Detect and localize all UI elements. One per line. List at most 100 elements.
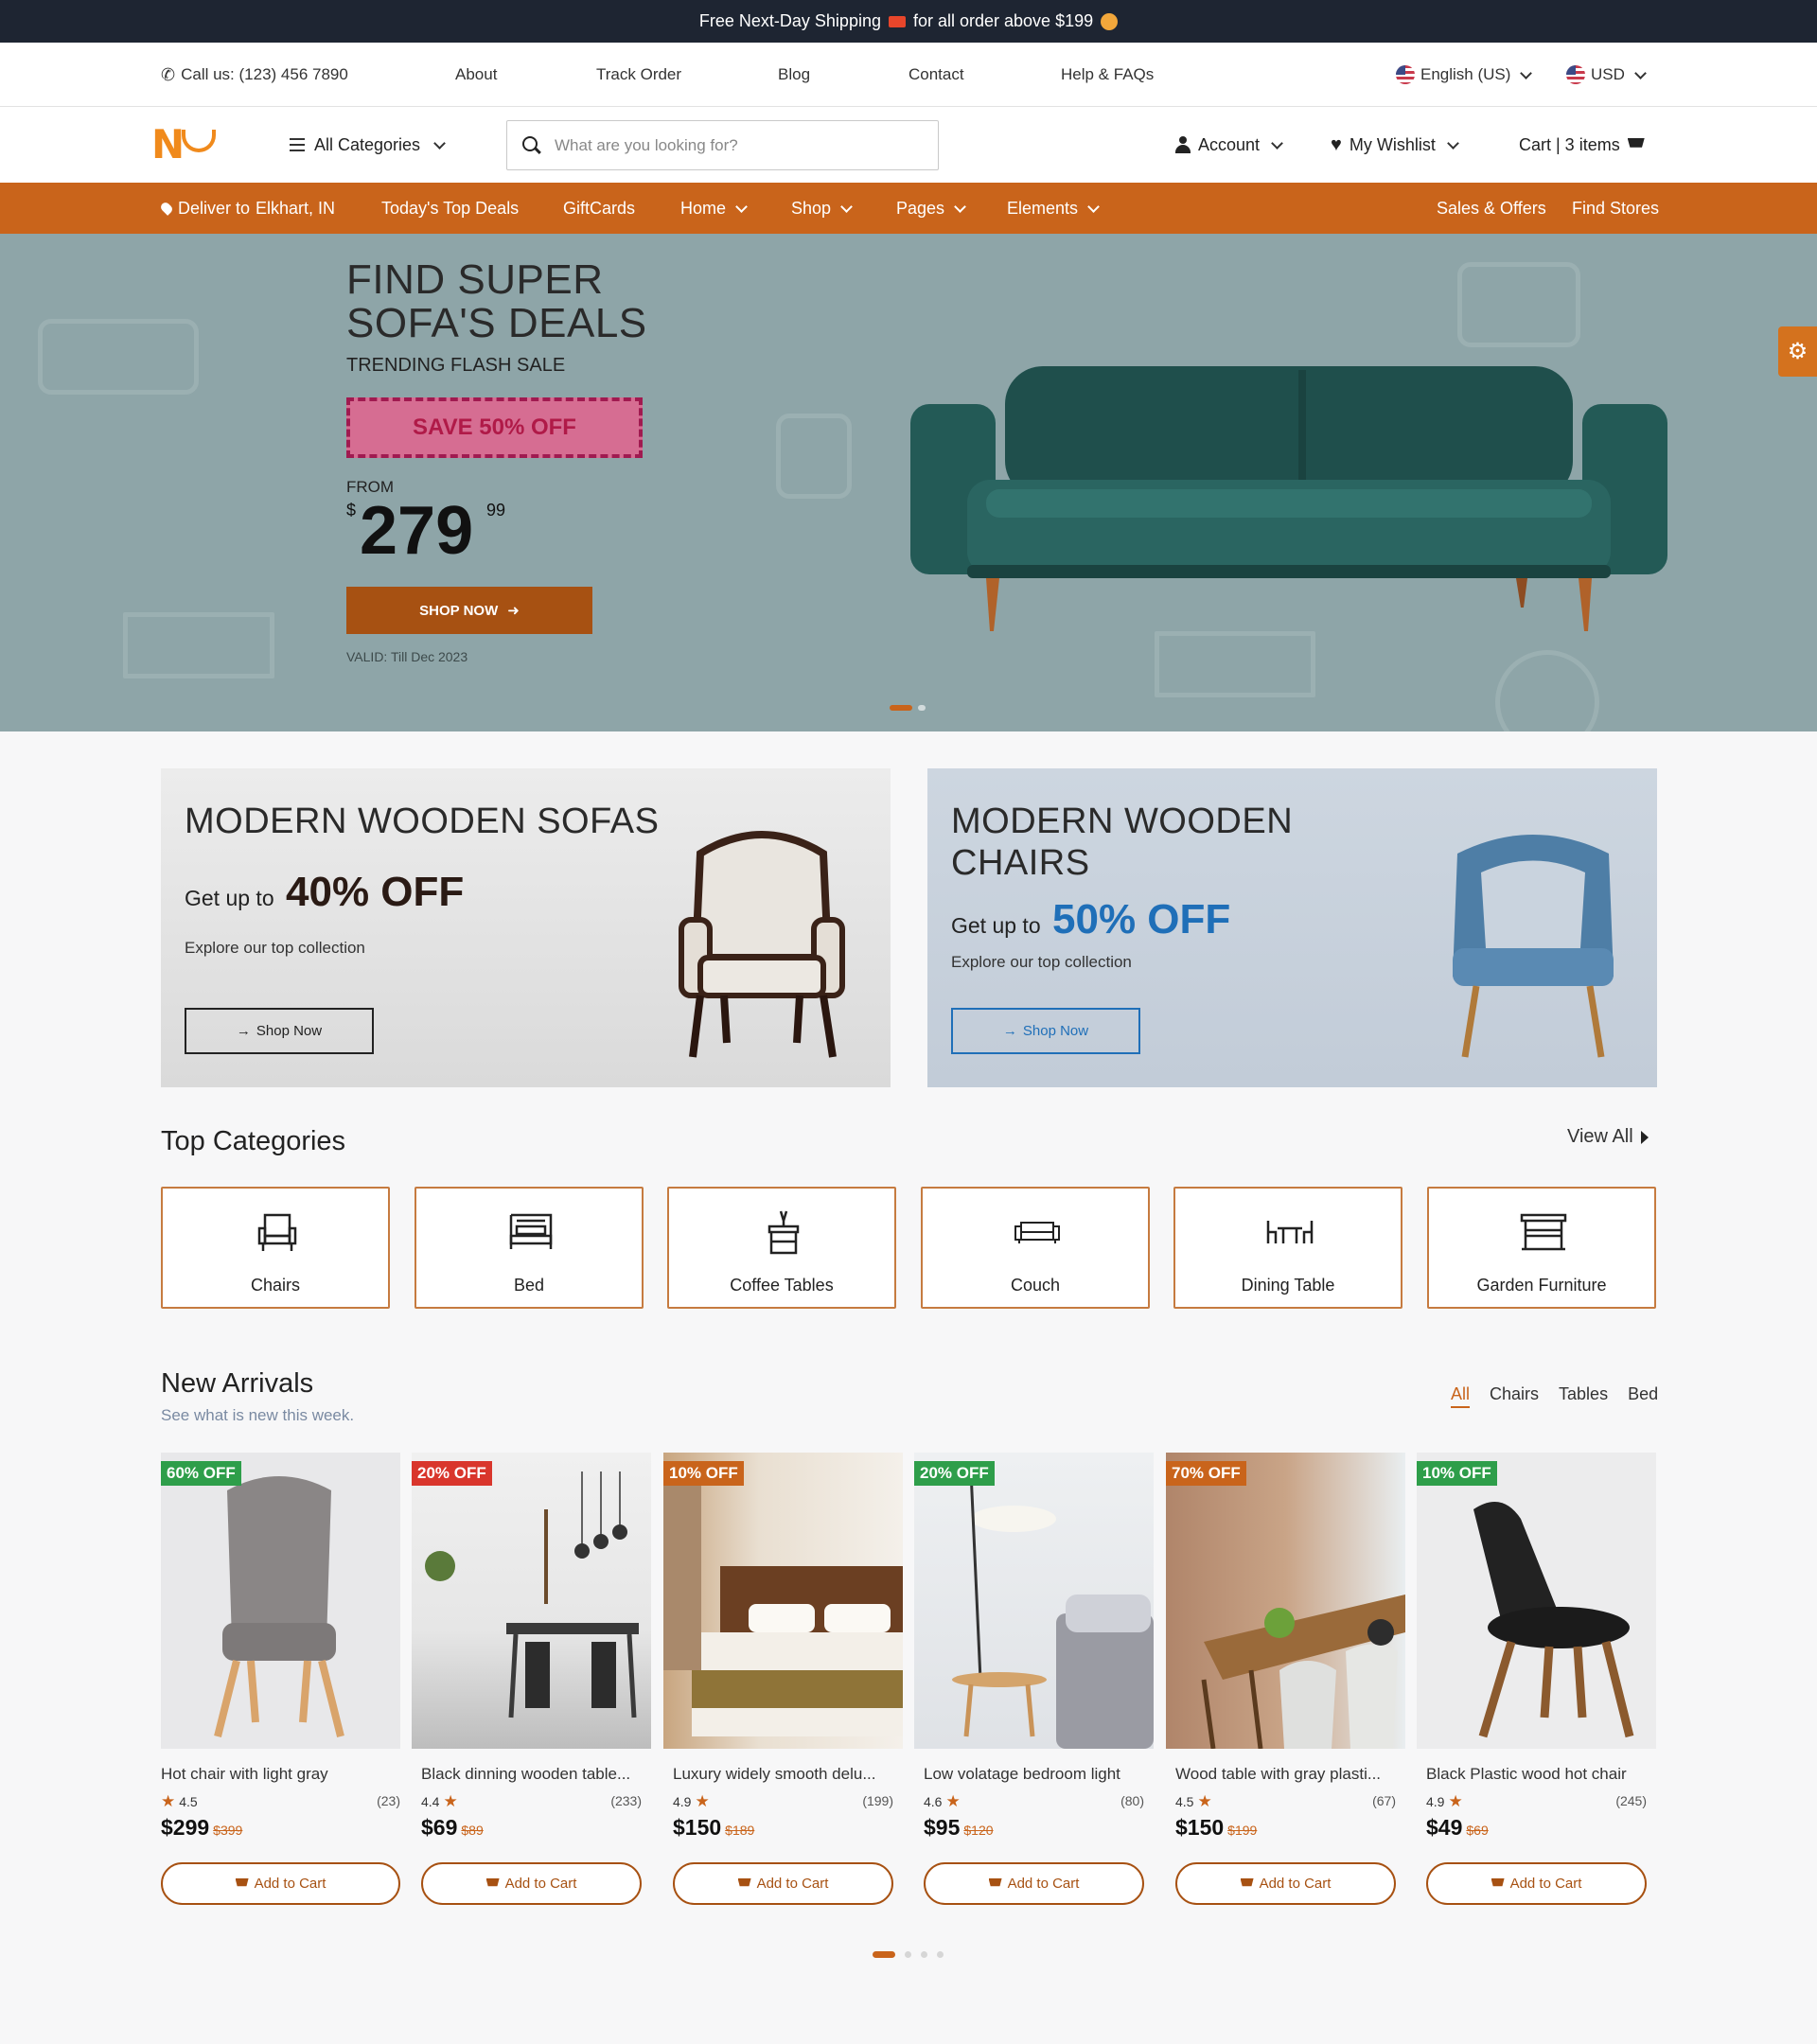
nav-giftcards[interactable]: GiftCards <box>563 183 635 234</box>
nav-sales-offers[interactable]: Sales & Offers <box>1437 183 1546 234</box>
garden-furniture-icon <box>1520 1213 1567 1251</box>
pager-dot[interactable] <box>937 1951 944 1958</box>
promo-title: MODERN WOODEN CHAIRS <box>951 801 1293 884</box>
add-to-cart-button[interactable]: Add to Cart <box>1426 1862 1647 1905</box>
gear-icon[interactable]: ⚙ <box>1778 326 1817 377</box>
product-image[interactable] <box>412 1453 651 1749</box>
filter-tab-chairs[interactable]: Chairs <box>1490 1384 1539 1408</box>
link-track-order[interactable]: Track Order <box>596 43 681 107</box>
category-bed[interactable]: Bed <box>415 1187 644 1309</box>
nav-elements-label: Elements <box>1007 198 1079 218</box>
add-to-cart-button[interactable]: Add to Cart <box>421 1862 642 1905</box>
currency-selector[interactable]: USD <box>1566 43 1647 107</box>
top-categories-title: Top Categories <box>161 1126 346 1156</box>
hero-price-currency: $ <box>346 501 357 520</box>
hero-shop-now-button[interactable]: SHOP NOW ➜ <box>346 587 592 634</box>
deliver-location: Elkhart, IN <box>256 198 336 218</box>
category-label: Coffee Tables <box>730 1276 834 1295</box>
product-name[interactable]: Hot chair with light gray <box>161 1765 328 1784</box>
category-coffee-tables[interactable]: Coffee Tables <box>667 1187 896 1309</box>
couch-icon <box>1014 1222 1060 1243</box>
product-review-count: (67) <box>1372 1793 1396 1808</box>
all-categories-button[interactable]: All Categories <box>290 107 446 183</box>
promo-explore-text: Explore our top collection <box>951 953 1132 971</box>
promo-shop-now-button[interactable]: → Shop Now <box>185 1008 374 1054</box>
product-name[interactable]: Wood table with gray plasti... <box>1175 1765 1381 1784</box>
new-arrivals-subtitle: See what is new this week. <box>161 1406 355 1424</box>
add-to-cart-button[interactable]: Add to Cart <box>924 1862 1144 1905</box>
filter-tab-tables[interactable]: Tables <box>1559 1384 1608 1408</box>
chevron-down-icon <box>1634 66 1647 79</box>
product-price: $150 $199 <box>1175 1815 1257 1841</box>
dining-room-image <box>425 1471 639 1718</box>
category-dining-table[interactable]: Dining Table <box>1173 1187 1402 1309</box>
link-help-faqs[interactable]: Help & FAQs <box>1061 43 1154 107</box>
promo-shop-now-button[interactable]: → Shop Now <box>951 1008 1140 1054</box>
product-rating: 4.6 ★ <box>924 1793 961 1809</box>
nav-todays-top-deals[interactable]: Today's Top Deals <box>381 183 519 234</box>
view-all-link[interactable]: View All <box>1567 1126 1649 1148</box>
pager-dot[interactable] <box>905 1951 911 1958</box>
user-icon <box>1175 136 1191 153</box>
product-name[interactable]: Black dinning wooden table... <box>421 1765 630 1784</box>
search-input[interactable] <box>555 135 914 155</box>
site-logo[interactable]: N <box>151 125 220 165</box>
nav-shop-label: Shop <box>791 198 832 218</box>
nav-shop[interactable]: Shop <box>791 183 853 234</box>
product-review-count: (245) <box>1615 1793 1647 1808</box>
caret-right-icon <box>1640 1130 1649 1144</box>
product-image[interactable] <box>161 1453 400 1749</box>
chair-icon <box>257 1213 297 1251</box>
product-image[interactable] <box>914 1453 1154 1749</box>
us-flag-icon <box>1396 65 1415 84</box>
new-arrivals-title: New Arrivals <box>161 1368 314 1399</box>
chevron-down-icon <box>1087 200 1100 213</box>
category-label: Chairs <box>250 1276 300 1295</box>
wishlist-menu[interactable]: ♥ My Wishlist <box>1331 107 1459 183</box>
product-image[interactable] <box>663 1453 903 1749</box>
nav-elements[interactable]: Elements <box>1007 183 1100 234</box>
filter-tab-all[interactable]: All <box>1451 1384 1471 1408</box>
product-name[interactable]: Low volatage bedroom light <box>924 1765 1120 1784</box>
star-icon: ★ <box>1197 1792 1212 1810</box>
link-about[interactable]: About <box>455 43 497 107</box>
coffee-table-icon <box>767 1210 800 1255</box>
category-garden-furniture[interactable]: Garden Furniture <box>1427 1187 1656 1309</box>
nav-home[interactable]: Home <box>680 183 748 234</box>
product-review-count: (233) <box>610 1793 642 1808</box>
cart-icon <box>1491 1878 1505 1887</box>
add-to-cart-button[interactable]: Add to Cart <box>673 1862 893 1905</box>
call-us[interactable]: ✆ Call us: (123) 456 7890 <box>161 43 348 107</box>
cart-button[interactable]: Cart | 3 items <box>1519 107 1645 183</box>
add-to-cart-button[interactable]: Add to Cart <box>161 1862 400 1905</box>
nav-find-stores[interactable]: Find Stores <box>1572 183 1659 234</box>
nav-pages[interactable]: Pages <box>896 183 966 234</box>
product-old-price: $199 <box>1227 1823 1258 1838</box>
star-icon: ★ <box>1448 1792 1463 1810</box>
product-name[interactable]: Black Plastic wood hot chair <box>1426 1765 1627 1784</box>
add-to-cart-label: Add to Cart <box>1259 1876 1332 1892</box>
search-icon[interactable] <box>522 136 538 151</box>
link-contact[interactable]: Contact <box>908 43 964 107</box>
pager-dot[interactable] <box>921 1951 927 1958</box>
slider-dot-active[interactable] <box>890 705 912 711</box>
product-rating-value: 4.5 <box>179 1793 198 1809</box>
slider-dot[interactable] <box>918 705 926 711</box>
account-menu[interactable]: Account <box>1175 107 1283 183</box>
product-old-price: $189 <box>725 1823 755 1838</box>
add-to-cart-button[interactable]: Add to Cart <box>1175 1862 1396 1905</box>
product-name[interactable]: Luxury widely smooth delu... <box>673 1765 876 1784</box>
cart-icon <box>1627 138 1645 148</box>
link-blog[interactable]: Blog <box>778 43 810 107</box>
language-selector[interactable]: English (US) <box>1396 43 1533 107</box>
deliver-to[interactable]: Deliver to Elkhart, IN <box>159 183 336 234</box>
product-image[interactable] <box>1417 1453 1656 1749</box>
decorative-sofa-outline <box>38 319 199 395</box>
category-chairs[interactable]: Chairs <box>161 1187 390 1309</box>
promo-title-line1: MODERN WOODEN <box>951 802 1294 841</box>
filter-tab-bed[interactable]: Bed <box>1628 1384 1658 1408</box>
pager-dot-active[interactable] <box>873 1951 895 1958</box>
product-old-price: $69 <box>1466 1823 1489 1838</box>
category-couch[interactable]: Couch <box>921 1187 1150 1309</box>
product-image[interactable] <box>1166 1453 1405 1749</box>
